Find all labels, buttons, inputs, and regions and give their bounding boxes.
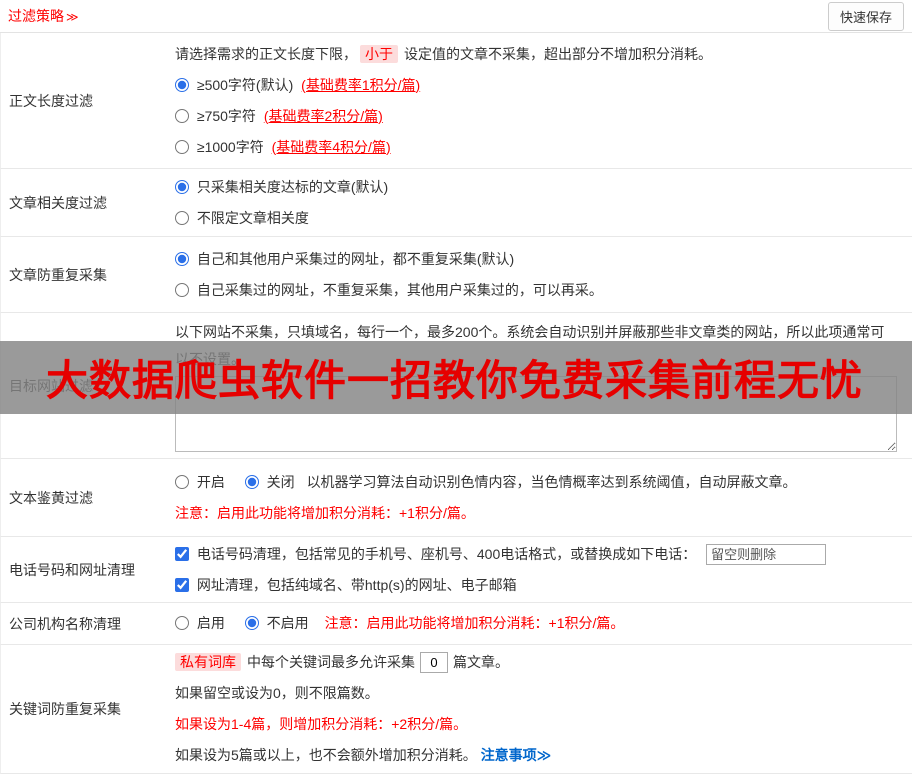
radio-porn-off-label: 关闭	[266, 473, 295, 490]
radio-porn-on-label: 开启	[196, 473, 225, 490]
section-dedup: 文章防重复采集 自己和其他用户采集过的网址，都不重复采集(默认) 自己采集过的网…	[0, 237, 912, 313]
radio-option-dedup-own[interactable]: 自己采集过的网址，不重复采集，其他用户采集过的，可以再采。	[175, 275, 904, 306]
section-phone-url-label: 电话号码和网址清理	[9, 561, 135, 578]
phone-replace-input[interactable]	[706, 543, 827, 565]
checkbox-phone-clean[interactable]	[175, 546, 189, 561]
section-keyword-dedup: 关键词防重复采集 私有词库中每个关键词最多允许采集 篇文章。 如果留空或设为0，则…	[0, 645, 912, 774]
section-target-site: 目标网站过滤 以下网站不采集，只填域名，每行一个，最多200个。系统会自动识别并…	[0, 313, 912, 459]
radio-relevance-any-label: 不限定文章相关度	[196, 209, 309, 226]
radio-option-porn-on[interactable]: 开启	[175, 474, 229, 490]
section-relevance: 文章相关度过滤 只采集相关度达标的文章(默认) 不限定文章相关度	[0, 169, 912, 237]
intro-pre: 请选择需求的正文长度下限，	[175, 45, 357, 62]
radio-ge1000-label: ≥1000字符	[196, 138, 264, 155]
filter-strategy-page: 过滤策略 ≫ 快速保存 正文长度过滤 请选择需求的正文长度下限， 小于 设定值的文章不…	[0, 0, 912, 774]
radio-porn-off[interactable]	[244, 474, 259, 489]
checkbox-option-phone-clean[interactable]: 电话号码清理，包括常见的手机号、座机号、400电话格式，或替换成如下电话：	[175, 546, 700, 562]
keyword-rule-5plus: 如果设为5篇或以上，也不会额外增加积分消耗。	[175, 747, 477, 763]
radio-dedup-global-label: 自己和其他用户采集过的网址，都不重复采集(默认)	[196, 250, 515, 267]
section-dedup-label: 文章防重复采集	[9, 266, 107, 283]
section-porn-filter-label: 文本鉴黄过滤	[9, 489, 93, 506]
radio-company-enable-label: 启用	[196, 615, 225, 631]
radio-dedup-own-label: 自己采集过的网址，不重复采集，其他用户采集过的，可以再采。	[196, 281, 603, 298]
radio-ge750-label: ≥750字符	[196, 107, 256, 124]
radio-ge750[interactable]	[175, 108, 189, 123]
radio-option-ge750[interactable]: ≥750字符 (基础费率2积分/篇)	[175, 101, 904, 132]
section-target-site-label: 目标网站过滤	[9, 377, 93, 394]
private-lexicon-tag: 私有词库	[175, 653, 241, 671]
keyword-rule-1-4: 如果设为1-4篇，则增加积分消耗：+2积分/篇。	[175, 716, 468, 732]
radio-option-ge1000[interactable]: ≥1000字符 (基础费率4积分/篇)	[175, 132, 904, 163]
radio-porn-on[interactable]	[175, 474, 189, 489]
intro-post: 设定值的文章不采集，超出部分不增加积分消耗。	[404, 45, 712, 62]
radio-relevance-strict-label: 只采集相关度达标的文章(默认)	[196, 178, 389, 195]
checkbox-url-clean[interactable]	[175, 577, 189, 592]
radio-option-company-enable[interactable]: 启用	[175, 615, 229, 631]
radio-ge1000-fee: (基础费率4积分/篇)	[271, 138, 391, 155]
radio-option-company-disable[interactable]: 不启用	[244, 615, 313, 631]
target-site-desc: 以下网站不采集，只填域名，每行一个，最多200个。系统会自动识别并屏蔽那些非文章…	[175, 324, 885, 367]
company-clean-note: 注意：启用此功能将增加积分消耗：+1积分/篇。	[324, 615, 625, 631]
blocklist-textarea[interactable]	[175, 376, 897, 452]
page-title[interactable]: 过滤策略 ≫	[8, 6, 79, 26]
chevron-down-icon: ≫	[66, 10, 79, 24]
section-relevance-label: 文章相关度过滤	[9, 194, 107, 211]
radio-option-porn-off[interactable]: 关闭	[244, 473, 299, 490]
keyword-limit-suffix: 篇文章。	[453, 654, 509, 670]
quick-save-button[interactable]: 快速保存	[827, 1, 904, 31]
porn-filter-desc: 以机器学习算法自动识别色情内容，当色情概率达到系统阈值，自动屏蔽文章。	[306, 473, 797, 490]
radio-ge1000[interactable]	[175, 139, 189, 154]
radio-ge500-fee: (基础费率1积分/篇)	[301, 76, 421, 93]
section-body-length: 正文长度过滤 请选择需求的正文长度下限， 小于 设定值的文章不采集，超出部分不增加积…	[0, 33, 912, 169]
page-title-text: 过滤策略	[8, 8, 64, 24]
radio-dedup-own[interactable]	[175, 282, 189, 297]
keyword-limit-text: 中每个关键词最多允许采集	[247, 654, 415, 670]
keyword-rule-zero: 如果留空或设为0，则不限篇数。	[175, 685, 379, 701]
section-phone-url: 电话号码和网址清理 电话号码清理，包括常见的手机号、座机号、400电话格式，或替…	[0, 537, 912, 603]
section-company-clean-label: 公司机构名称清理	[9, 615, 121, 632]
checkbox-option-url-clean[interactable]: 网址清理，包括纯域名、带http(s)的网址、电子邮箱	[175, 577, 517, 593]
section-keyword-dedup-label: 关键词防重复采集	[9, 701, 121, 717]
page-header: 过滤策略 ≫ 快速保存	[0, 0, 912, 33]
keyword-limit-input[interactable]	[420, 652, 448, 673]
checkbox-url-clean-label: 网址清理，包括纯域名、带http(s)的网址、电子邮箱	[196, 576, 517, 593]
radio-company-disable-label: 不启用	[266, 615, 309, 631]
radio-option-relevance-strict[interactable]: 只采集相关度达标的文章(默认)	[175, 172, 904, 203]
section-company-clean: 公司机构名称清理 启用 不启用 注意：启用此功能将增加积分消耗：+1积分/篇。	[0, 603, 912, 645]
notes-link[interactable]: 注意事项≫	[481, 747, 552, 763]
radio-option-relevance-any[interactable]: 不限定文章相关度	[175, 203, 904, 234]
radio-option-ge500[interactable]: ≥500字符(默认) (基础费率1积分/篇)	[175, 70, 904, 101]
section-porn-filter: 文本鉴黄过滤 开启 关闭 以机器学习算法自动识别色情内容，当色情概率达到系统阈值…	[0, 459, 912, 537]
body-length-intro: 请选择需求的正文长度下限， 小于 设定值的文章不采集，超出部分不增加积分消耗。	[175, 39, 904, 70]
radio-ge500[interactable]	[175, 77, 189, 92]
radio-relevance-strict[interactable]	[175, 179, 189, 194]
radio-dedup-global[interactable]	[175, 251, 189, 266]
checkbox-phone-clean-label: 电话号码清理，包括常见的手机号、座机号、400电话格式，或替换成如下电话：	[196, 545, 697, 562]
radio-company-enable[interactable]	[175, 616, 189, 630]
radio-company-disable[interactable]	[244, 616, 259, 630]
porn-filter-note: 注意：启用此功能将增加积分消耗：+1积分/篇。	[175, 504, 475, 521]
radio-ge750-fee: (基础费率2积分/篇)	[263, 107, 383, 124]
radio-option-dedup-global[interactable]: 自己和其他用户采集过的网址，都不重复采集(默认)	[175, 244, 904, 275]
section-body-length-label: 正文长度过滤	[9, 92, 93, 109]
less-than-tag: 小于	[360, 44, 398, 63]
radio-ge500-label: ≥500字符(默认)	[196, 76, 294, 93]
radio-relevance-any[interactable]	[175, 210, 189, 225]
